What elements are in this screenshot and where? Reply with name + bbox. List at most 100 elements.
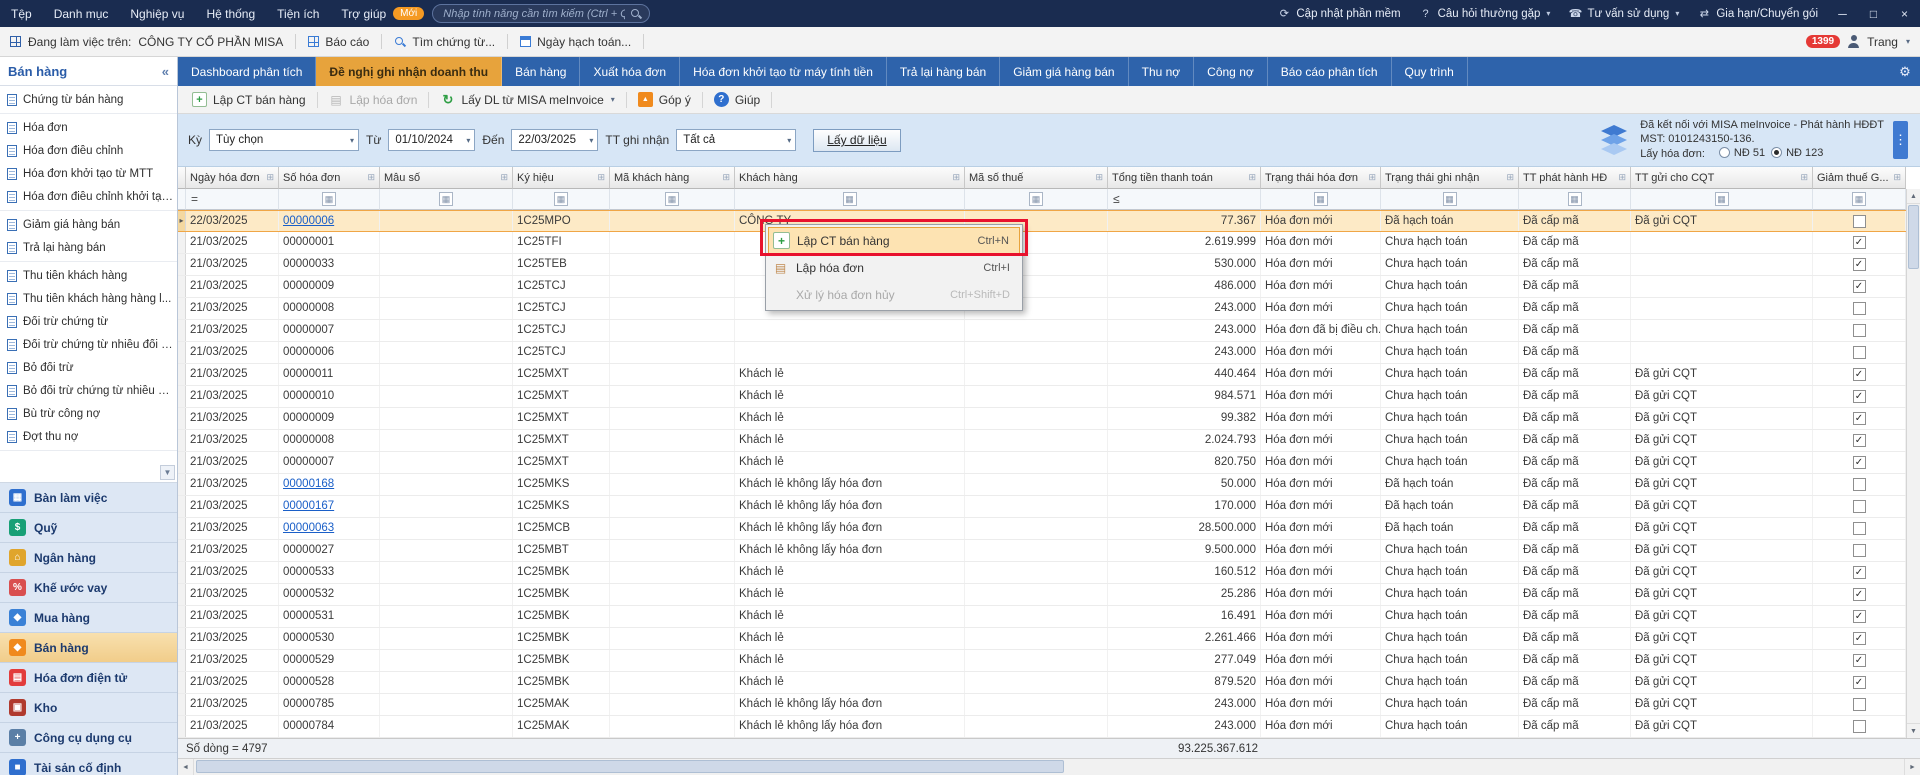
tab[interactable]: Thu nợ (1129, 57, 1195, 86)
column-filter[interactable]: ▦ (965, 189, 1108, 210)
to-date-input[interactable]: 22/03/2025 ▾ (511, 129, 598, 151)
load-data-button[interactable]: Lấy dữ liệu (813, 129, 900, 152)
table-row[interactable]: 21/03/2025000007851C25MAKKhách lẻ không … (178, 694, 1920, 716)
scroll-down-icon[interactable]: ▼ (1907, 723, 1920, 738)
tax-reduction-checkbox[interactable]: ✓ (1853, 280, 1866, 293)
sidebar-item[interactable]: Hóa đơn điều chỉnh khởi tạo... (0, 185, 177, 208)
gear-icon[interactable]: ⚙ (1890, 57, 1920, 86)
tab[interactable]: Trả lại hàng bán (887, 57, 1000, 86)
tax-reduction-checkbox[interactable]: ✓ (1853, 632, 1866, 645)
tax-reduction-checkbox[interactable]: ✓ (1853, 610, 1866, 623)
sidebar-item[interactable]: Bù trừ công nợ (0, 402, 177, 425)
column-header[interactable]: TT phát hành HĐ⊞ (1519, 167, 1631, 189)
column-header[interactable]: Trạng thái hóa đơn⊞ (1261, 167, 1381, 189)
feature-search-input[interactable] (432, 4, 650, 23)
tab[interactable]: Công nợ (1194, 57, 1268, 86)
module-item[interactable]: $Quỹ (0, 513, 177, 543)
column-filter[interactable]: ▦ (513, 189, 610, 210)
column-header[interactable]: Mã số thuế⊞ (965, 167, 1108, 189)
sidebar-item[interactable]: Đối trừ chứng từ (0, 310, 177, 333)
tax-reduction-checkbox[interactable]: ✓ (1853, 434, 1866, 447)
column-pin-icon[interactable]: ⊞ (1368, 172, 1376, 183)
tax-reduction-checkbox[interactable] (1853, 522, 1866, 535)
filter-grid-icon[interactable]: ▦ (843, 192, 857, 206)
module-item[interactable]: ▤Hóa đơn điện tử (0, 663, 177, 693)
column-pin-icon[interactable]: ⊞ (1095, 172, 1103, 183)
toolbar-button[interactable]: ↻Lấy DL từ MISA meInvoice▾ (431, 89, 623, 111)
filter-grid-icon[interactable]: ▦ (554, 192, 568, 206)
table-row[interactable]: 21/03/2025000001671C25MKSKhách lẻ không … (178, 496, 1920, 518)
sidebar-item[interactable]: Giảm giá hàng bán (0, 213, 177, 236)
column-header[interactable]: Mã khách hàng⊞ (610, 167, 735, 189)
more-options-button[interactable]: ⋮ (1893, 121, 1908, 159)
tax-reduction-checkbox[interactable]: ✓ (1853, 588, 1866, 601)
tab[interactable]: Bán hàng (502, 57, 580, 86)
table-row[interactable]: 21/03/2025000001681C25MKSKhách lẻ không … (178, 474, 1920, 496)
tab[interactable]: Dashboard phân tích (178, 57, 316, 86)
record-status-select[interactable]: Tất cả ▾ (676, 129, 796, 151)
sidebar-item[interactable]: Hóa đơn khởi tạo từ MTT (0, 162, 177, 185)
table-row[interactable]: 21/03/2025000000071C25MXTKhách lẻ820.750… (178, 452, 1920, 474)
module-item[interactable]: ◆Mua hàng (0, 603, 177, 633)
filter-grid-icon[interactable]: ▦ (1852, 192, 1866, 206)
toolbar-button[interactable]: ?Giúp (705, 89, 769, 111)
module-item[interactable]: +Công cụ dụng cụ (0, 723, 177, 753)
close-button[interactable]: × (1889, 0, 1920, 27)
table-row[interactable]: 21/03/2025000000081C25TCJ243.000Hóa đơn … (178, 298, 1920, 320)
tax-reduction-checkbox[interactable] (1853, 478, 1866, 491)
column-pin-icon[interactable]: ⊞ (952, 172, 960, 183)
notification-badge[interactable]: 1399 (1806, 35, 1840, 48)
menubar-utility-item[interactable]: ?Câu hỏi thường gặp▾ (1410, 0, 1560, 27)
tab[interactable]: Quy trình (1392, 57, 1468, 86)
column-filter[interactable]: ▦ (279, 189, 380, 210)
tax-reduction-checkbox[interactable]: ✓ (1853, 654, 1866, 667)
filter-grid-icon[interactable]: ▦ (1314, 192, 1328, 206)
column-filter[interactable]: ▦ (380, 189, 513, 210)
vertical-scrollbar[interactable]: ▲ ▼ (1906, 189, 1920, 738)
period-select[interactable]: Tùy chọn ▾ (209, 129, 359, 151)
sidebar-item[interactable]: Trả lại hàng bán (0, 236, 177, 259)
tax-reduction-checkbox[interactable] (1853, 346, 1866, 359)
table-row[interactable]: 21/03/2025000000091C25MXTKhách lẻ99.382H… (178, 408, 1920, 430)
menubar-item[interactable]: Tiện ích (266, 0, 330, 27)
table-row[interactable]: 21/03/2025000005331C25MBKKhách lẻ160.512… (178, 562, 1920, 584)
table-row[interactable]: 21/03/2025000000011C25TFI2.619.999Hóa đơ… (178, 232, 1920, 254)
column-filter[interactable]: ▦ (610, 189, 735, 210)
invoice-number-link[interactable]: 00000168 (283, 478, 334, 490)
module-item[interactable]: ■Tài sản cố định (0, 753, 177, 775)
sidebar-item[interactable]: Bỏ đối trừ chứng từ nhiều đố... (0, 379, 177, 402)
table-row[interactable]: 21/03/2025000000631C25MCBKhách lẻ không … (178, 518, 1920, 540)
table-row[interactable]: 21/03/2025000000081C25MXTKhách lẻ2.024.7… (178, 430, 1920, 452)
sidebar-item[interactable]: Thu tiền khách hàng hàng l... (0, 287, 177, 310)
column-header[interactable]: Số hóa đơn⊞ (279, 167, 380, 189)
chevron-down-icon[interactable]: ▾ (1906, 37, 1910, 46)
column-filter[interactable]: = (186, 189, 279, 210)
tax-reduction-checkbox[interactable]: ✓ (1853, 258, 1866, 271)
table-row[interactable]: 21/03/2025000007841C25MAKKhách lẻ không … (178, 716, 1920, 738)
column-filter[interactable]: ▦ (1381, 189, 1519, 210)
tab[interactable]: Đề nghị ghi nhận doanh thu (316, 57, 502, 86)
table-row[interactable]: 21/03/2025000005281C25MBKKhách lẻ879.520… (178, 672, 1920, 694)
nd-radio-option[interactable]: NĐ 51 (1719, 146, 1765, 160)
filter-grid-icon[interactable]: ▦ (439, 192, 453, 206)
menubar-utility-item[interactable]: ⟳Cập nhật phần mềm (1268, 0, 1409, 27)
column-header[interactable]: TT gửi cho CQT⊞ (1631, 167, 1813, 189)
menubar-utility-item[interactable]: ☎Tư vấn sử dụng▾ (1559, 0, 1688, 27)
context-menu-item[interactable]: ▤Lập hóa đơnCtrl+I (768, 254, 1020, 281)
column-filter[interactable]: ▦ (1261, 189, 1381, 210)
tax-reduction-checkbox[interactable]: ✓ (1853, 456, 1866, 469)
filter-grid-icon[interactable]: ▦ (1029, 192, 1043, 206)
tax-reduction-checkbox[interactable] (1853, 500, 1866, 513)
toolbar-button[interactable]: +Lập CT bán hàng (183, 89, 315, 111)
menubar-item[interactable]: Hệ thống (195, 0, 266, 27)
column-filter[interactable]: ▦ (735, 189, 965, 210)
tax-reduction-checkbox[interactable]: ✓ (1853, 412, 1866, 425)
horizontal-scrollbar[interactable]: ◄ ► (178, 758, 1920, 775)
sidebar-item[interactable]: Thu tiền khách hàng (0, 264, 177, 287)
table-row[interactable]: 21/03/2025000005311C25MBKKhách lẻ16.491H… (178, 606, 1920, 628)
tab[interactable]: Giảm giá hàng bán (1000, 57, 1128, 86)
tax-reduction-checkbox[interactable]: ✓ (1853, 676, 1866, 689)
filter-grid-icon[interactable]: ▦ (1715, 192, 1729, 206)
table-row[interactable]: 21/03/2025000005321C25MBKKhách lẻ25.286H… (178, 584, 1920, 606)
column-pin-icon[interactable]: ⊞ (1618, 172, 1626, 183)
